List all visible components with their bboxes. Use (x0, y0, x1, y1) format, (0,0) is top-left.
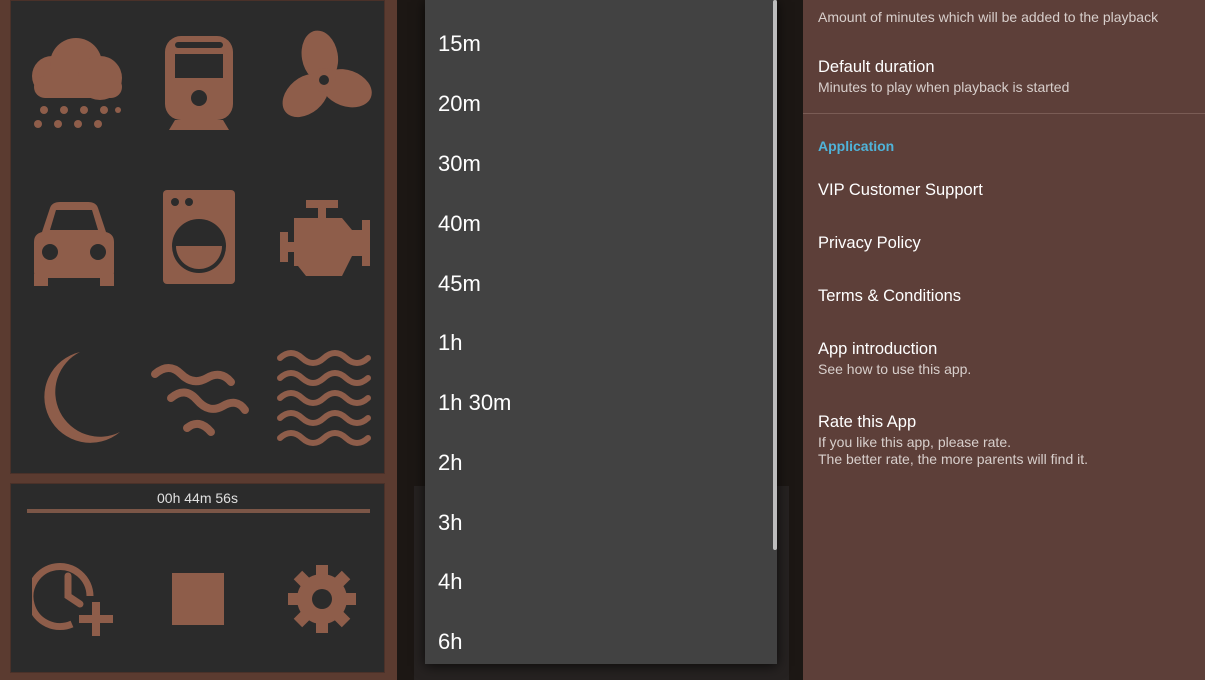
add-time-button[interactable] (25, 554, 125, 644)
pref-privacy-policy[interactable]: Privacy Policy (818, 234, 1198, 253)
pref-add-time[interactable]: Amount of minutes which will be added to… (818, 7, 1198, 26)
section-divider (803, 113, 1205, 114)
duration-option[interactable]: 1h 30m (425, 373, 775, 433)
wind-icon (150, 364, 249, 436)
duration-option[interactable]: 2h (425, 433, 775, 493)
pref-default-duration[interactable]: Default duration Minutes to play when pl… (818, 58, 1198, 96)
pref-app-introduction[interactable]: App introduction See how to use this app… (818, 340, 1198, 378)
pref-rate-app-summary-2: The better rate, the more parents will f… (818, 451, 1089, 467)
section-title-application: Application (818, 138, 895, 154)
sound-wind-button[interactable] (136, 317, 261, 475)
dropdown-scrollbar[interactable] (773, 0, 777, 550)
car-icon (33, 202, 114, 286)
pref-rate-app[interactable]: Rate this App If you like this app, plea… (818, 413, 1198, 468)
duration-option[interactable]: 15m (425, 14, 775, 74)
duration-option[interactable]: 4h (425, 552, 775, 612)
sound-train-button[interactable] (136, 1, 261, 159)
pref-default-duration-title: Default duration (818, 58, 935, 76)
sound-washing-machine-button[interactable] (136, 159, 261, 317)
sound-engine-button[interactable] (261, 159, 386, 317)
duration-dropdown-list[interactable]: 15m 20m 30m 40m 45m 1h 1h 30m 2h 3h 4h 6… (425, 0, 777, 664)
duration-option[interactable]: 45m (425, 254, 775, 314)
washing-machine-icon (162, 190, 235, 284)
player-controls: 00h 44m 56s (10, 483, 385, 673)
duration-option[interactable]: 1h (425, 313, 775, 373)
sound-night-button[interactable] (11, 317, 136, 475)
stop-button[interactable] (148, 554, 248, 644)
train-icon (164, 36, 233, 130)
engine-icon (279, 200, 370, 276)
duration-option[interactable]: 30m (425, 134, 775, 194)
sound-water-button[interactable] (261, 317, 386, 475)
duration-option[interactable]: 3h (425, 493, 775, 553)
rain-cloud-icon (31, 38, 122, 128)
pref-app-introduction-summary: See how to use this app. (818, 361, 972, 377)
pref-vip-support[interactable]: VIP Customer Support (818, 181, 1198, 200)
waves-icon (276, 350, 371, 446)
pref-rate-app-summary-1: If you like this app, please rate. (818, 434, 1011, 450)
playback-progress-fill (27, 509, 370, 513)
fan-icon (282, 30, 372, 118)
sound-grid (10, 0, 385, 474)
pref-privacy-policy-title: Privacy Policy (818, 234, 921, 252)
settings-panel: Amount of minutes which will be added to… (803, 0, 1205, 680)
pref-terms-title: Terms & Conditions (818, 287, 962, 305)
pref-vip-support-title: VIP Customer Support (818, 181, 983, 199)
add-time-icon (32, 563, 113, 636)
pref-terms[interactable]: Terms & Conditions (818, 287, 1198, 306)
stop-icon (172, 573, 224, 625)
settings-button[interactable] (272, 554, 372, 644)
moon-icon (43, 352, 120, 443)
sound-car-button[interactable] (11, 159, 136, 317)
pref-default-duration-summary: Minutes to play when playback is started (818, 79, 1070, 95)
playback-progress-bar (27, 509, 370, 513)
pref-add-time-summary: Amount of minutes which will be added to… (818, 9, 1159, 25)
timer-display: 00h 44m 56s (157, 490, 238, 506)
duration-option[interactable]: 40m (425, 194, 775, 254)
gear-icon (288, 565, 356, 633)
app-root: 00h 44m 56s 15m 20m 30m 40m 45m 1h 1h 30… (0, 0, 1205, 680)
sound-fan-button[interactable] (261, 1, 386, 159)
duration-option[interactable]: 20m (425, 74, 775, 134)
sound-rain-button[interactable] (11, 1, 136, 159)
pref-rate-app-title: Rate this App (818, 413, 917, 431)
duration-option[interactable]: 6h (425, 612, 775, 664)
pref-app-introduction-title: App introduction (818, 340, 938, 358)
